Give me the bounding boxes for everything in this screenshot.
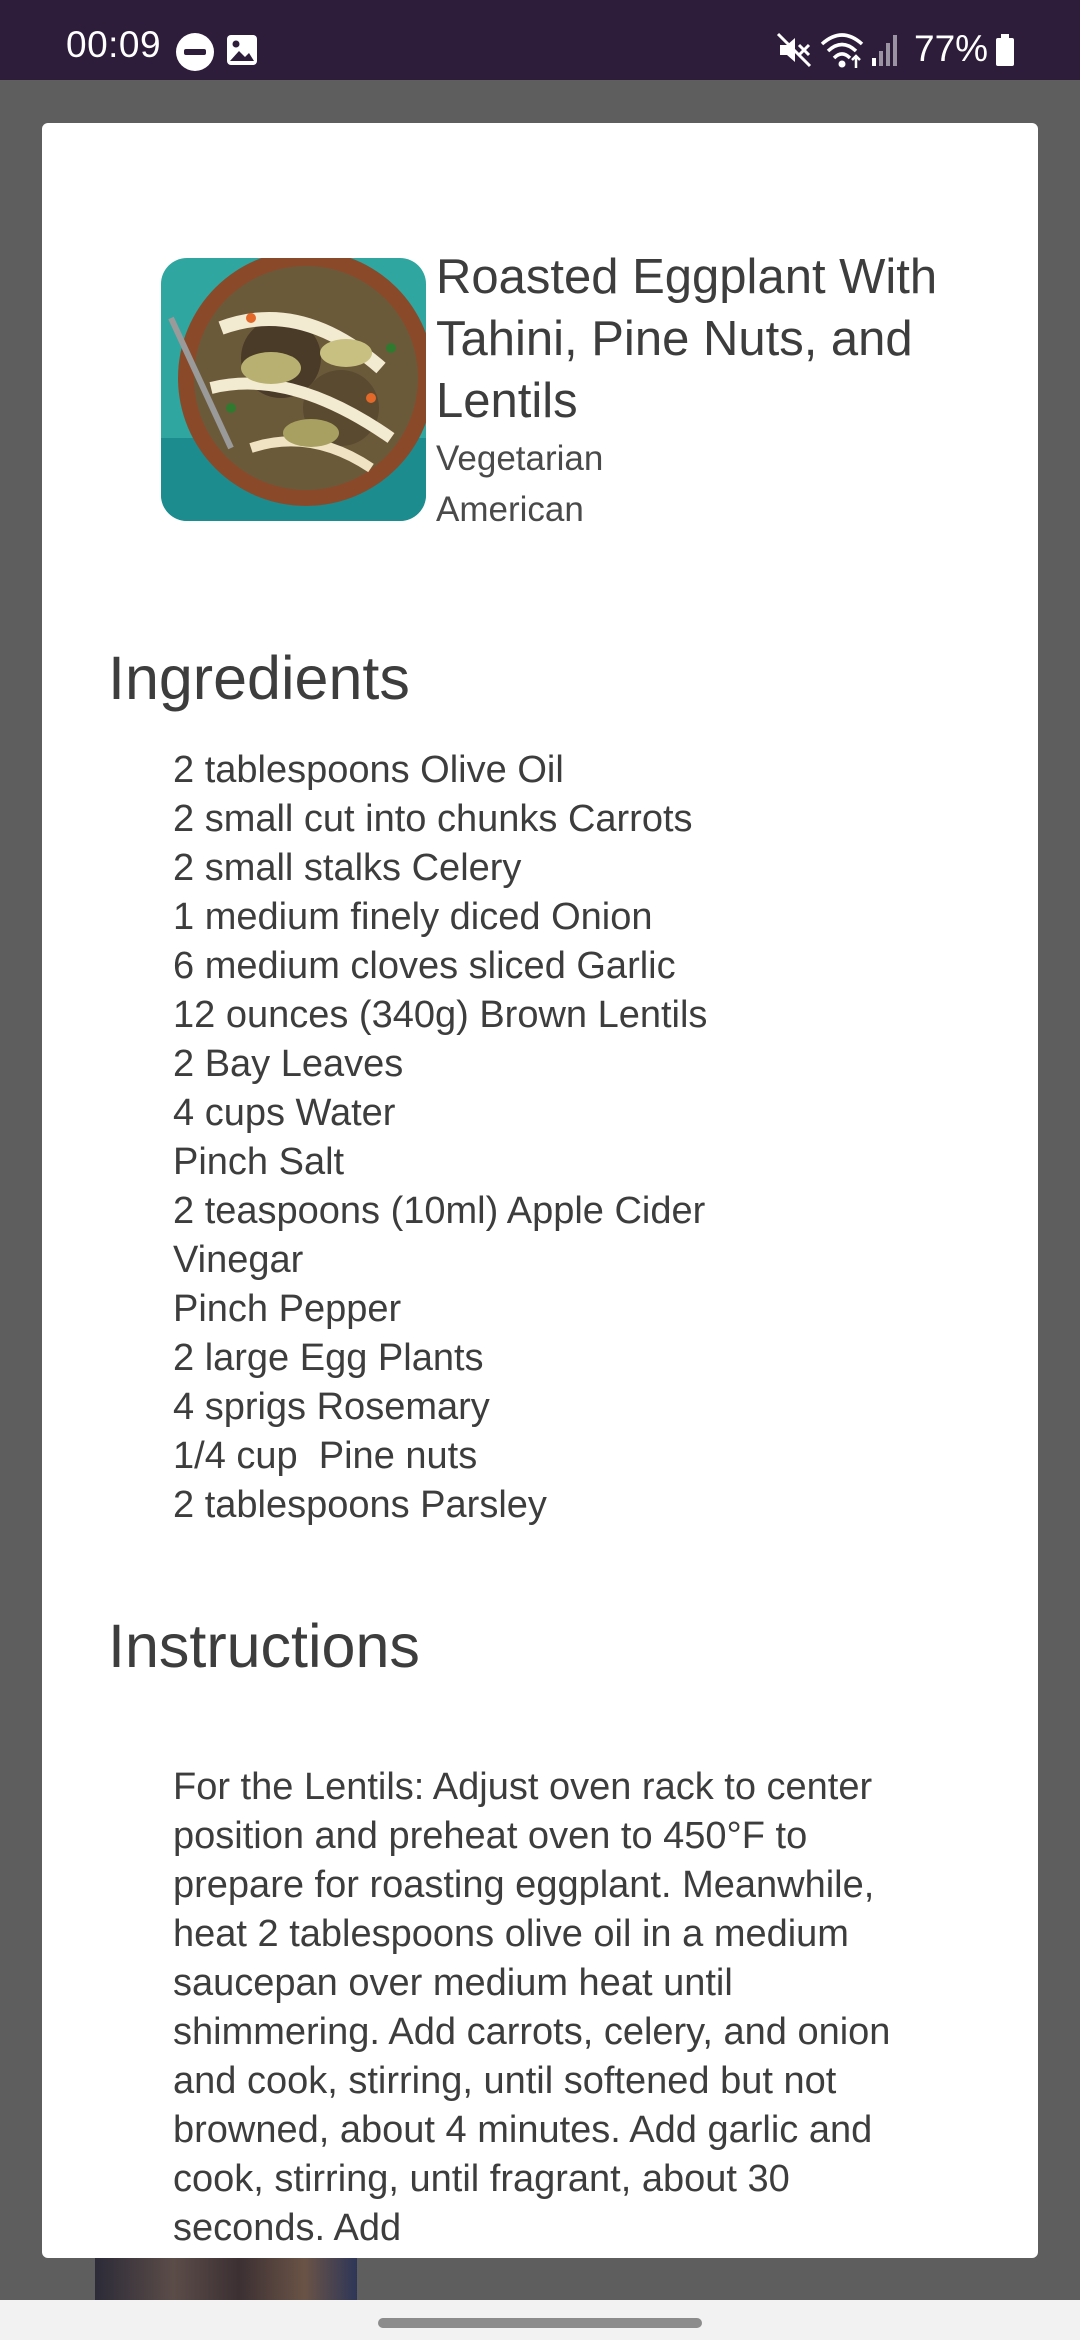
ingredient-item: 2 Bay Leaves	[173, 1043, 404, 1085]
navigation-bar	[0, 2300, 1080, 2340]
recipe-diet-tag: Vegetarian	[436, 439, 604, 478]
ingredient-item: 2 tablespoons Parsley	[173, 1484, 547, 1526]
battery-percentage: 77%	[914, 28, 989, 69]
ingredients-heading: Ingredients	[108, 644, 410, 712]
ingredient-item: 12 ounces (340g) Brown Lentils	[173, 994, 708, 1036]
ingredient-item: Pinch Pepper	[173, 1288, 402, 1330]
gallery-icon	[227, 35, 257, 65]
instructions-heading: Instructions	[108, 1612, 420, 1680]
ingredient-item: 2 tablespoons Olive Oil	[173, 749, 564, 791]
instructions-text: For the Lentils: Adjust oven rack to cen…	[173, 1766, 891, 2249]
ingredient-item: 4 sprigs Rosemary	[173, 1386, 490, 1428]
mute-icon	[776, 32, 812, 68]
ingredient-item: 2 teaspoons (10ml) Apple Cider Vinegar	[173, 1190, 716, 1281]
wifi-icon	[820, 33, 864, 68]
ingredient-item: 2 large Egg Plants	[173, 1337, 484, 1379]
ingredient-item: 1 medium finely diced Onion	[173, 896, 653, 938]
recipe-thumbnail	[161, 258, 426, 521]
ingredient-item: 6 medium cloves sliced Garlic	[173, 945, 676, 987]
battery-icon	[996, 34, 1014, 66]
ingredient-item: Pinch Salt	[173, 1141, 345, 1183]
do-not-disturb-icon	[176, 33, 214, 71]
ingredient-item: 2 small cut into chunks Carrots	[173, 798, 693, 840]
home-gesture-handle[interactable]	[378, 2318, 702, 2328]
recipe-title: Roasted Eggplant With Tahini, Pine Nuts,…	[436, 250, 938, 428]
recipe-detail-card[interactable]: Roasted Eggplant With Tahini, Pine Nuts,…	[42, 123, 1038, 2258]
signal-icon	[872, 35, 897, 66]
recipe-cuisine-tag: American	[436, 490, 584, 529]
ingredient-item: 1/4 cup Pine nuts	[173, 1435, 478, 1477]
ingredient-item: 4 cups Water	[173, 1092, 396, 1134]
ingredients-list: 2 tablespoons Olive Oil 2 small cut into…	[173, 746, 973, 1530]
status-time: 00:09	[66, 24, 162, 65]
status-bar: 00:09 77%	[0, 0, 1080, 80]
ingredient-item: 2 small stalks Celery	[173, 847, 522, 889]
